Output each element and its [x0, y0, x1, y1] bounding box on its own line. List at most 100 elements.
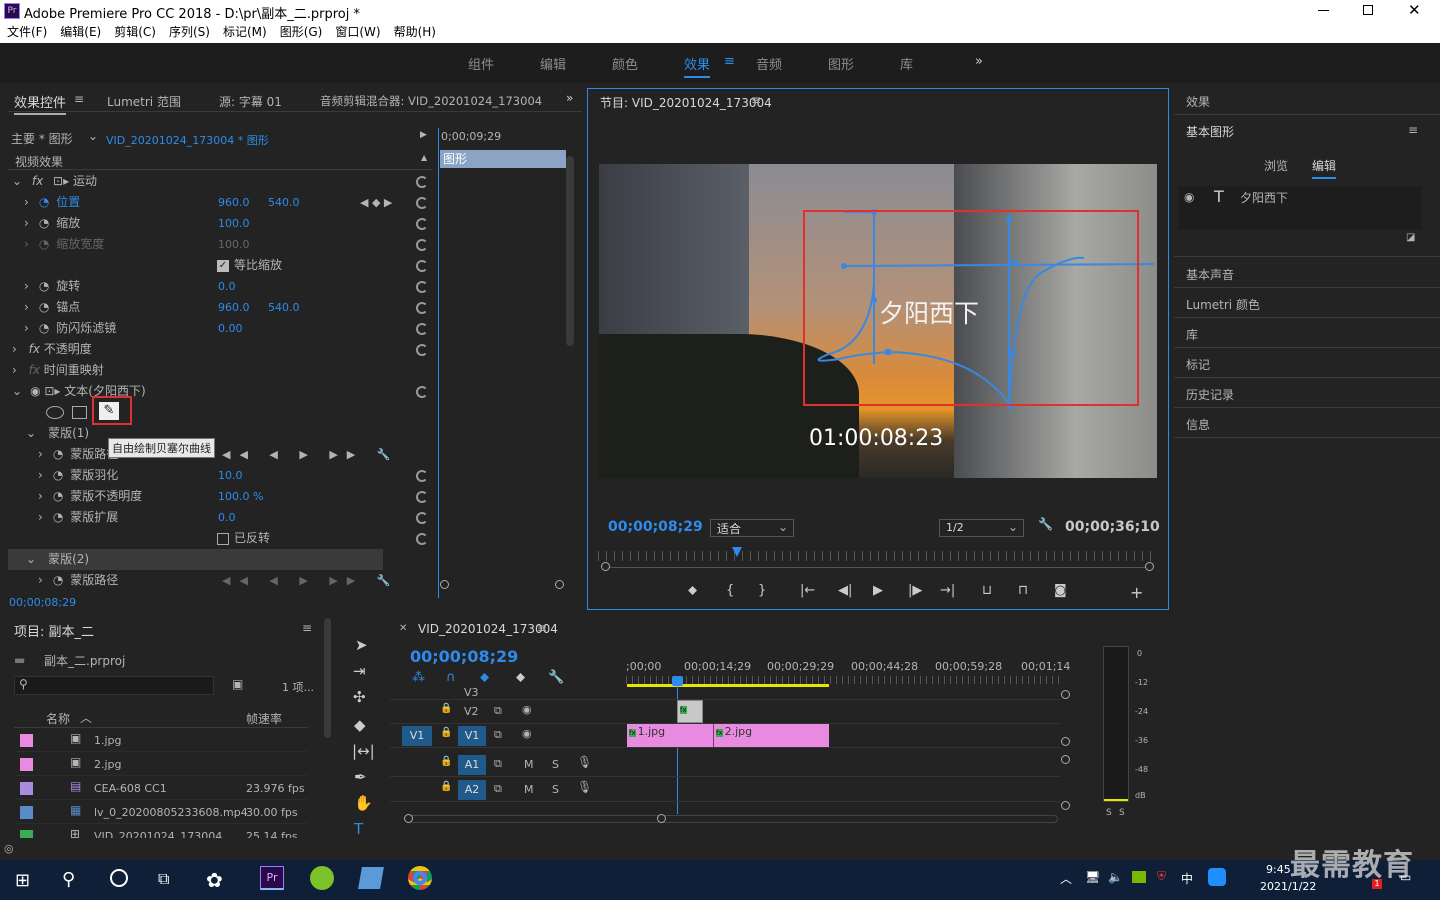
- maximize-button[interactable]: [1363, 5, 1373, 15]
- menu-clip[interactable]: 剪辑(C): [114, 22, 156, 43]
- stopwatch-icon[interactable]: ◔: [39, 195, 49, 209]
- label-color-swatch[interactable]: [20, 758, 33, 771]
- minimize-button[interactable]: [1318, 10, 1329, 11]
- lock-icon[interactable]: 🔒: [440, 703, 452, 714]
- clock-time[interactable]: 9:45: [1266, 863, 1291, 876]
- panel-menu-icon[interactable]: ≡: [74, 92, 84, 106]
- workspace-editing[interactable]: 编辑: [540, 54, 566, 73]
- track-label-v3[interactable]: V3: [464, 686, 479, 699]
- hand-tool-icon[interactable]: ✋: [354, 794, 373, 812]
- vscroll-handle[interactable]: [1061, 801, 1070, 810]
- workspace-effects[interactable]: 效果: [684, 54, 711, 78]
- eye-icon[interactable]: ◉: [522, 727, 532, 740]
- network-icon[interactable]: 🖥: [1085, 870, 1100, 884]
- essential-graphics-title[interactable]: 基本图形: [1186, 123, 1234, 140]
- program-ruler[interactable]: [598, 551, 1154, 561]
- stopwatch-icon[interactable]: ◔: [39, 321, 49, 335]
- reset-icon[interactable]: [416, 323, 428, 335]
- mask-track-controls[interactable]: ◀◀ ◀ ▶ ▶▶ 🔧: [222, 444, 399, 465]
- notepad-app-icon[interactable]: [358, 867, 384, 889]
- effect-time-remap[interactable]: › fx 时间重映射: [8, 360, 433, 381]
- sync-lock-icon[interactable]: ⧉: [494, 704, 502, 718]
- eye-icon[interactable]: ◉: [1184, 190, 1194, 204]
- pinwheel-app-icon[interactable]: ✿: [206, 868, 223, 892]
- fit-dropdown[interactable]: 适合 ⌄: [710, 519, 794, 537]
- track-label-a1[interactable]: A1: [458, 755, 486, 775]
- slip-tool-icon[interactable]: |↔|: [352, 742, 375, 760]
- reset-icon[interactable]: [416, 512, 428, 524]
- quality-dropdown[interactable]: 1/2 ⌄: [939, 519, 1024, 537]
- snap-icon[interactable]: ⁂: [412, 670, 425, 685]
- reset-icon[interactable]: [416, 197, 428, 209]
- vscroll-handle[interactable]: [1061, 737, 1070, 746]
- qq-icon[interactable]: [1208, 868, 1226, 886]
- reset-icon[interactable]: [416, 344, 428, 356]
- tab-lumetri-scopes[interactable]: Lumetri 范围: [107, 93, 181, 110]
- razor-tool-icon[interactable]: ◆: [354, 716, 366, 734]
- add-button-icon[interactable]: +: [1130, 583, 1143, 602]
- step-forward-icon[interactable]: |▶: [908, 583, 922, 598]
- mask-opacity-value[interactable]: 100.0 %: [218, 486, 263, 507]
- play-icon[interactable]: ▶: [873, 583, 883, 598]
- solo-left-button[interactable]: S: [1106, 808, 1112, 818]
- notification-icon[interactable]: ▭: [1400, 870, 1411, 884]
- menu-graphics[interactable]: 图形(G): [280, 22, 323, 43]
- stopwatch-icon[interactable]: ◔: [53, 447, 63, 461]
- reset-icon[interactable]: [416, 302, 428, 314]
- timeline-timecode[interactable]: 00;00;08;29: [410, 647, 518, 666]
- premiere-taskbar-icon[interactable]: Pr: [260, 866, 284, 890]
- vscroll-handle[interactable]: [1061, 690, 1070, 699]
- panel-history[interactable]: 历史记录: [1186, 386, 1234, 403]
- tab-browse[interactable]: 浏览: [1264, 157, 1288, 174]
- track-label-a2[interactable]: A2: [458, 780, 486, 800]
- more-tabs-icon[interactable]: »: [566, 91, 573, 105]
- ripple-edit-tool-icon[interactable]: ✣: [353, 688, 366, 706]
- essential-graphics-menu-icon[interactable]: ≡: [1408, 123, 1418, 137]
- panel-markers[interactable]: 标记: [1186, 356, 1210, 373]
- scale-value[interactable]: 100.0: [218, 213, 250, 234]
- mark-in-icon[interactable]: {: [726, 583, 734, 598]
- solo-right-button[interactable]: S: [1119, 808, 1125, 818]
- panel-libraries[interactable]: 库: [1186, 326, 1198, 343]
- track-label-v2[interactable]: V2: [464, 705, 479, 718]
- reset-icon[interactable]: [416, 470, 428, 482]
- sync-lock-icon[interactable]: ⧉: [494, 782, 502, 796]
- rectangle-mask-icon[interactable]: [72, 406, 87, 419]
- work-area-bar[interactable]: [627, 684, 829, 687]
- step-back-icon[interactable]: ◀|: [838, 583, 852, 598]
- search-icon[interactable]: ⚲: [62, 869, 75, 890]
- nvidia-icon[interactable]: [1132, 871, 1146, 883]
- scrollbar-handle-right[interactable]: [555, 580, 564, 589]
- panel-lumetri-color[interactable]: Lumetri 颜色: [1186, 296, 1260, 313]
- settings-wrench-icon[interactable]: 🔧: [548, 670, 564, 685]
- workspace-graphics[interactable]: 图形: [828, 54, 854, 73]
- marker-icon[interactable]: ⬥: [516, 670, 525, 685]
- sync-lock-icon[interactable]: ⧉: [494, 757, 502, 771]
- reset-icon[interactable]: [416, 218, 428, 230]
- green-app-icon[interactable]: [310, 866, 334, 890]
- sync-lock-icon[interactable]: ⧉: [494, 728, 502, 742]
- settings-wrench-icon[interactable]: 🔧: [1038, 517, 1053, 531]
- solo-button[interactable]: S: [552, 758, 559, 771]
- volume-icon[interactable]: 🔈: [1108, 870, 1123, 884]
- label-color-swatch[interactable]: [20, 806, 33, 819]
- list-item[interactable]: ⊞ VID_20201024_173004 25.14 fps: [14, 825, 308, 838]
- workspace-libraries[interactable]: 库: [900, 54, 913, 73]
- list-item[interactable]: ▣ 1.jpg: [14, 729, 308, 752]
- menu-marker[interactable]: 标记(M): [223, 22, 267, 43]
- list-item[interactable]: ▤ CEA-608 CC1 23.976 fps: [14, 777, 308, 800]
- more-workspaces-icon[interactable]: »: [975, 54, 983, 69]
- list-item[interactable]: ▦ lv_0_20200805233608.mp4 30.00 fps: [14, 801, 308, 824]
- close-sequence-icon[interactable]: ✕: [399, 623, 407, 634]
- reset-icon[interactable]: [416, 176, 428, 188]
- position-y[interactable]: 540.0: [268, 192, 300, 213]
- mask-2[interactable]: ⌄ 蒙版(2): [8, 549, 383, 570]
- ime-indicator[interactable]: 中: [1181, 870, 1193, 887]
- collapse-icon[interactable]: ▲: [421, 153, 427, 162]
- go-to-in-icon[interactable]: |←: [800, 583, 815, 598]
- scroll-handle-left[interactable]: [404, 814, 413, 823]
- reset-icon[interactable]: [416, 281, 428, 293]
- mark-out-icon[interactable]: }: [758, 583, 766, 598]
- sequence-menu-icon[interactable]: ≡: [537, 621, 547, 635]
- timeline-ruler[interactable]: ;00;00 00;00;14;29 00;00;29;29 00;00;44;…: [626, 660, 1070, 688]
